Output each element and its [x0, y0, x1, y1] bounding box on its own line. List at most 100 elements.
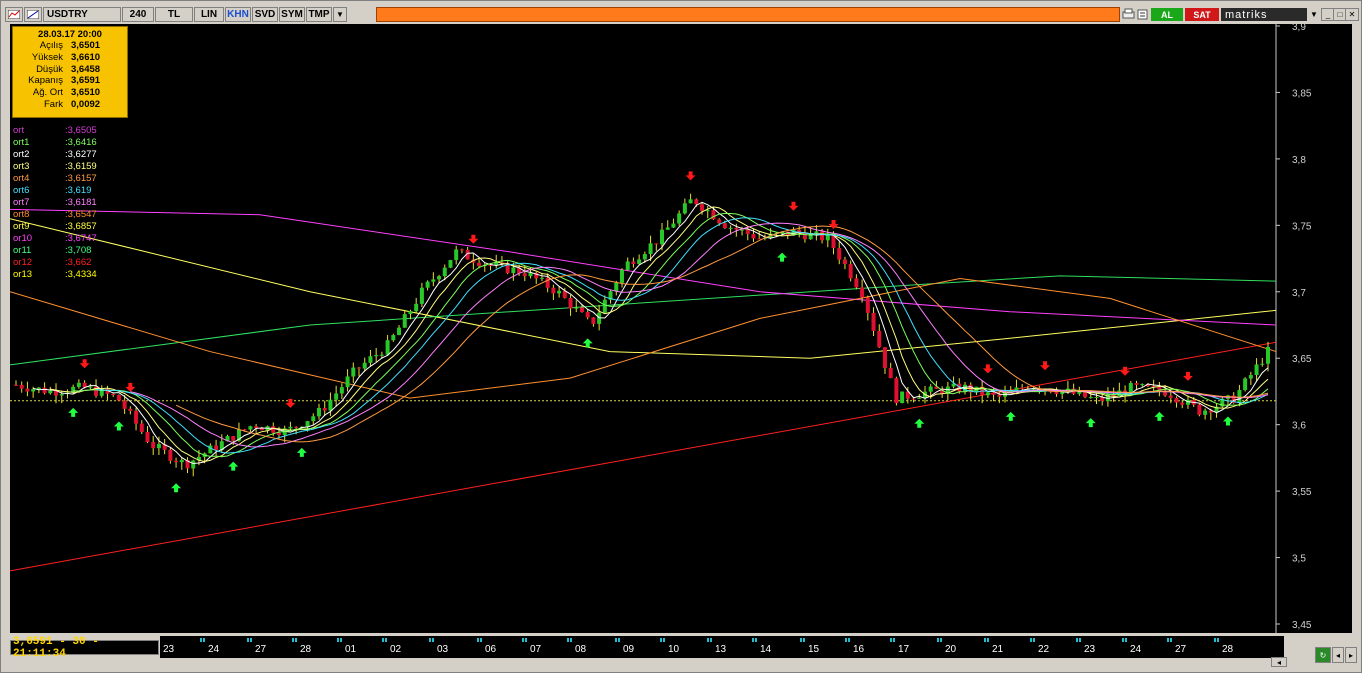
legend-item: ort9:3,6857	[13, 221, 97, 233]
candle-body	[631, 261, 636, 264]
refresh-icon[interactable]: ↻	[1315, 647, 1331, 663]
candle-body	[665, 227, 670, 230]
ohlc-info-box: 28.03.17 20:00 Açılış 3,6501 Yüksek 3,6610…	[12, 26, 128, 118]
print-icon[interactable]	[1122, 7, 1135, 22]
moving-average-line	[10, 275, 1277, 366]
info-datetime: 28.03.17 20:00	[38, 29, 102, 40]
x-tick	[755, 638, 757, 642]
chart-window: USDTRY 240 TL LIN KHN SVD SYM TMP ▼ AL S…	[0, 0, 1362, 673]
lin-button[interactable]: LIN	[194, 7, 224, 22]
legend-name: ort4	[13, 173, 30, 184]
dropdown-arrow-icon[interactable]: ▼	[333, 7, 347, 22]
candle-body	[168, 449, 173, 461]
x-tick-label: 16	[853, 644, 865, 655]
candle-body	[619, 269, 624, 283]
buy-signal-arrow-icon	[228, 461, 239, 471]
candle-body	[591, 317, 596, 324]
chart-type-icon[interactable]	[5, 7, 23, 22]
x-tick	[1079, 638, 1081, 642]
x-tick	[803, 638, 805, 642]
x-tick	[522, 638, 524, 642]
candle-body	[36, 387, 41, 390]
x-tick-label: 23	[1084, 644, 1096, 655]
candle-body	[25, 388, 30, 392]
close-icon[interactable]: ✕	[1345, 8, 1359, 21]
sell-button[interactable]: SAT	[1185, 8, 1219, 21]
x-tick-label: 01	[345, 644, 357, 655]
x-tick	[937, 638, 939, 642]
x-tick	[615, 638, 617, 642]
candle-body	[116, 395, 121, 401]
candle-body	[477, 262, 482, 267]
candle-body	[368, 356, 373, 363]
candle-body	[231, 436, 236, 441]
candle-body	[654, 243, 659, 245]
drawing-tools-icon[interactable]	[24, 7, 42, 22]
candle-body	[1248, 375, 1253, 379]
sym-button[interactable]: SYM	[279, 7, 305, 22]
price-chart-svg[interactable]: 3,9 3,85 3,8 3,75 3,7 3,65 3,6 3,55 3,5 3,45	[10, 24, 1352, 633]
info-label: Açılış	[39, 40, 63, 51]
legend-value: :3,6157	[65, 173, 97, 184]
candle-body	[1054, 392, 1059, 395]
candle-body	[637, 259, 642, 264]
info-value: 3,6501	[71, 40, 101, 51]
candle-body	[1243, 378, 1248, 391]
x-tick	[247, 638, 249, 642]
period-button[interactable]: 240	[122, 7, 154, 22]
legend-name: ort7	[13, 197, 30, 208]
status-readout: 3,6591 - 30 - 21:11:34	[10, 636, 159, 660]
orange-title-bar	[376, 7, 1120, 22]
candle-body	[660, 229, 665, 245]
khn-button[interactable]: KHN	[225, 7, 251, 22]
brand-logo: matriks	[1221, 8, 1307, 21]
candle-body	[151, 442, 156, 449]
x-tick	[800, 638, 802, 642]
chart-area[interactable]: 3,9 3,85 3,8 3,75 3,7 3,65 3,6 3,55 3,5 3,45 28.0…	[10, 24, 1352, 633]
legend-item: ort1:3,6416	[13, 137, 97, 149]
buy-button[interactable]: AL	[1151, 8, 1183, 21]
candle-body	[271, 426, 276, 433]
legend-item: ort8:3,6547	[13, 209, 97, 221]
candle-body	[614, 282, 619, 292]
candle-body	[579, 307, 584, 313]
candle-body	[700, 204, 705, 211]
x-tick	[429, 638, 431, 642]
x-tick-label: 20	[945, 644, 957, 655]
x-tick	[890, 638, 892, 642]
sell-signal-arrow-icon	[982, 364, 993, 374]
moving-average-line	[10, 218, 1277, 359]
brand-dropdown-icon[interactable]: ▼	[1308, 8, 1320, 21]
candle-body	[19, 384, 24, 389]
candle-body	[362, 362, 367, 369]
settings-icon[interactable]	[1136, 7, 1149, 22]
chart-toolbar: USDTRY 240 TL LIN KHN SVD SYM TMP ▼ AL S…	[5, 6, 1359, 23]
sell-signal-arrow-icon	[285, 398, 296, 408]
nav-left-icon[interactable]: ◂	[1332, 647, 1344, 663]
tmp-button[interactable]: TMP	[306, 7, 332, 22]
info-label: Kapanış	[28, 75, 63, 87]
candle-body	[928, 386, 933, 392]
candle-body	[625, 261, 630, 270]
candle-body	[408, 311, 413, 315]
buy-signal-arrow-icon	[1005, 411, 1016, 421]
legend-item: ort3:3,6159	[13, 161, 97, 173]
candle-body	[539, 277, 544, 279]
nav-right-icon[interactable]: ▸	[1345, 647, 1357, 663]
x-tick-label: 21	[992, 644, 1004, 655]
candle-body	[722, 223, 727, 229]
x-tick	[618, 638, 620, 642]
x-tick	[1217, 638, 1219, 642]
y-tick-label: 3,65	[1292, 354, 1312, 365]
candle-body	[42, 387, 47, 394]
symbol-field[interactable]: USDTRY	[43, 7, 121, 22]
candle-body	[865, 297, 870, 313]
candle-body	[871, 312, 876, 331]
scroll-right-icon[interactable]: ◂	[1271, 657, 1287, 667]
x-tick	[295, 638, 297, 642]
candle-body	[288, 426, 293, 429]
tl-button[interactable]: TL	[155, 7, 193, 22]
x-tick	[432, 638, 434, 642]
legend-name: or11	[13, 245, 32, 256]
svd-button[interactable]: SVD	[252, 7, 278, 22]
